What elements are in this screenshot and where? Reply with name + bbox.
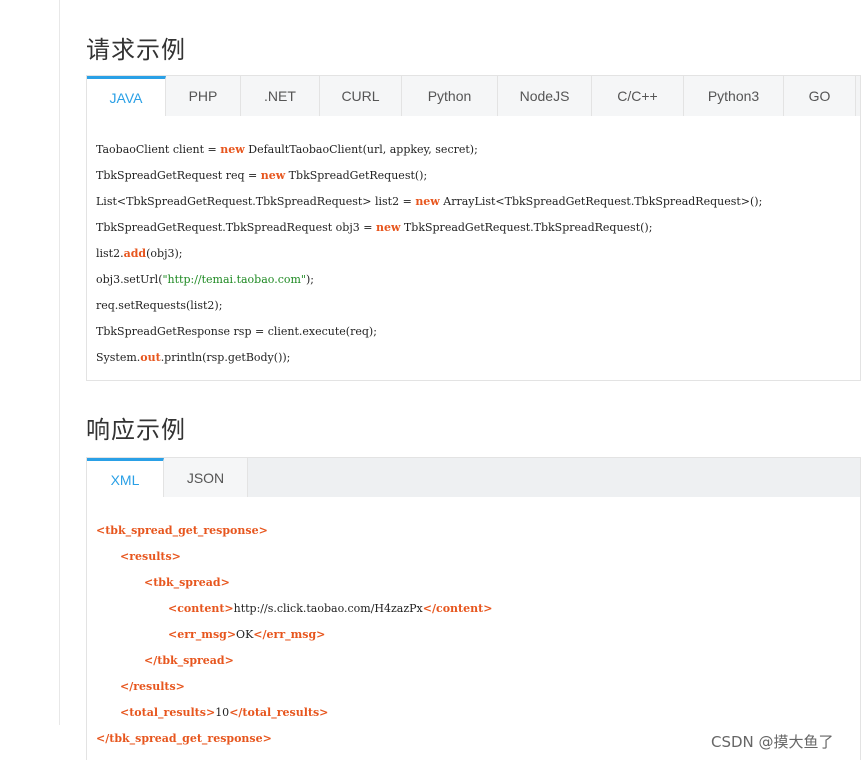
tab-curl[interactable]: CURL	[320, 76, 402, 116]
xml-line: <err_msg>OK</err_msg>	[168, 628, 326, 641]
code-line: System.out.println(rsp.getBody());	[96, 351, 291, 364]
code-line: TbkSpreadGetRequest req = new TbkSpreadG…	[96, 169, 428, 182]
left-divider	[59, 0, 60, 725]
request-example-title: 请求示例	[86, 36, 186, 64]
tab-json[interactable]: JSON	[164, 458, 248, 498]
response-example-title: 响应示例	[86, 416, 186, 444]
xml-line: </tbk_spread_get_response>	[96, 732, 272, 745]
xml-line: </tbk_spread>	[144, 654, 234, 667]
tab-python3[interactable]: Python3	[684, 76, 784, 116]
request-language-tabs: JAVA PHP .NET CURL Python NodeJS C/C++ P…	[86, 75, 861, 117]
request-code-panel: TaobaoClient client = new DefaultTaobaoC…	[86, 116, 861, 381]
code-line: TbkSpreadGetRequest.TbkSpreadRequest obj…	[96, 221, 653, 234]
tab-java[interactable]: JAVA	[87, 76, 166, 117]
tab-nodejs[interactable]: NodeJS	[498, 76, 592, 116]
xml-line: <results>	[120, 550, 181, 563]
xml-line: <total_results>10</total_results>	[120, 706, 329, 719]
tab-go[interactable]: GO	[784, 76, 856, 116]
code-line: List<TbkSpreadGetRequest.TbkSpreadReques…	[96, 195, 763, 208]
tab-python[interactable]: Python	[402, 76, 498, 116]
xml-line: </results>	[120, 680, 185, 693]
tab-xml[interactable]: XML	[87, 458, 164, 499]
response-format-tabs: XML JSON	[86, 457, 861, 499]
code-line: req.setRequests(list2);	[96, 299, 223, 312]
tab-cpp[interactable]: C/C++	[592, 76, 684, 116]
tab-dotnet[interactable]: .NET	[241, 76, 320, 116]
xml-line: <tbk_spread_get_response>	[96, 524, 268, 537]
code-line: obj3.setUrl("http://temai.taobao.com");	[96, 273, 314, 286]
xml-line: <tbk_spread>	[144, 576, 230, 589]
csdn-watermark: CSDN @摸大鱼了	[711, 733, 834, 751]
code-line: TbkSpreadGetResponse rsp = client.execut…	[96, 325, 377, 338]
tab-php[interactable]: PHP	[166, 76, 241, 116]
xml-line: <content>http://s.click.taobao.com/H4zaz…	[168, 602, 493, 615]
code-line: TaobaoClient client = new DefaultTaobaoC…	[96, 143, 478, 156]
code-line: list2.add(obj3);	[96, 247, 183, 260]
response-xml-panel: <tbk_spread_get_response> <results> <tbk…	[86, 497, 861, 760]
